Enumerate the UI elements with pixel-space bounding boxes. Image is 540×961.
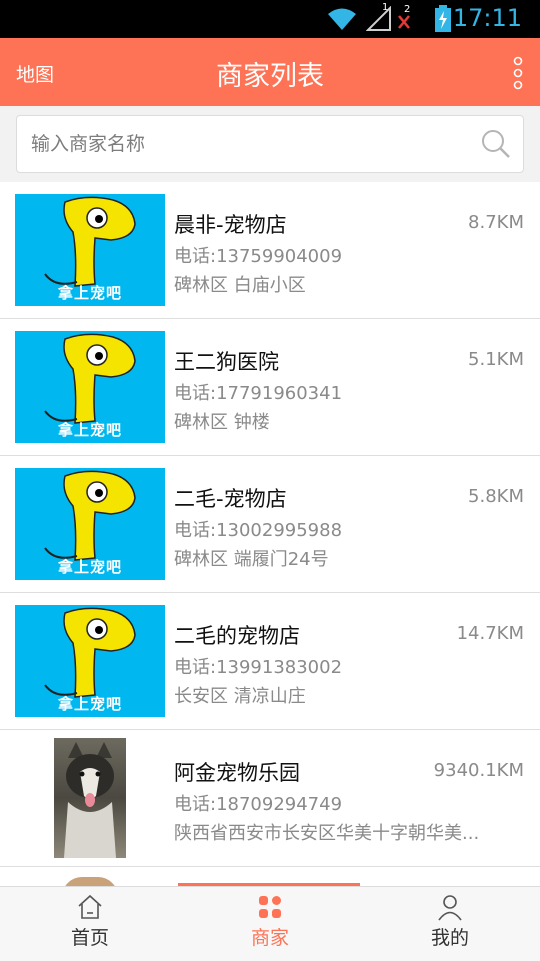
merchant-phone: 电话:13002995988: [174, 520, 343, 541]
merchant-phone: 电话:17791960341: [174, 383, 343, 404]
tab-merchants[interactable]: 商家: [180, 887, 360, 961]
user-icon: [438, 895, 462, 921]
brand-label: 拿上宠吧: [57, 421, 122, 439]
merchant-phone: 电话:18709294749: [174, 794, 343, 815]
merchant-row[interactable]: 拿上宠吧 晨非-宠物店 8.7KM 电话:13759904009 碑林区 白庙小…: [0, 182, 540, 319]
merchant-row[interactable]: 拿上宠吧 二毛-宠物店 5.8KM 电话:13002995988 碑林区 端履门…: [0, 456, 540, 593]
merchant-row-partial[interactable]: [0, 867, 540, 886]
merchant-address: 碑林区 端履门24号: [174, 549, 329, 570]
merchant-distance: 9340.1KM: [433, 760, 524, 781]
home-icon: [78, 894, 102, 919]
tab-profile-label: 我的: [430, 927, 469, 949]
tab-merchants-label: 商家: [250, 927, 289, 949]
merchant-name: 二毛-宠物店: [174, 487, 287, 511]
husky-dog-icon: [64, 742, 116, 858]
merchant-distance: 8.7KM: [468, 212, 524, 233]
brand-label: 拿上宠吧: [57, 695, 122, 713]
merchant-row[interactable]: 拿上宠吧 王二狗医院 5.1KM 电话:17791960341 碑林区 钟楼: [0, 319, 540, 456]
merchant-phone: 电话:13759904009: [174, 246, 343, 267]
merchant-address: 陕西省西安市长安区华美十字朝华美...: [174, 823, 480, 844]
brand-label: 拿上宠吧: [57, 284, 122, 302]
tab-profile[interactable]: 我的: [360, 887, 540, 961]
merchant-row[interactable]: 阿金宠物乐园 9340.1KM 电话:18709294749 陕西省西安市长安区…: [0, 730, 540, 867]
merchant-name: 王二狗医院: [174, 350, 279, 374]
search-input[interactable]: [29, 124, 473, 164]
merchant-logo: 拿上宠吧: [15, 331, 165, 443]
page-title: 商家列表: [216, 61, 324, 92]
bottom-tab-bar: 首页 商家 我的: [0, 886, 540, 961]
merchant-address: 碑林区 白庙小区: [174, 275, 306, 296]
merchant-name: 阿金宠物乐园: [174, 761, 300, 785]
status-bar: 1 2 17:11: [0, 0, 540, 38]
merchant-address: 碑林区 钟楼: [174, 412, 270, 433]
merchant-logo: 拿上宠吧: [15, 605, 165, 717]
tab-home[interactable]: 首页: [0, 887, 180, 961]
search-box: [16, 115, 524, 173]
sim1-label: 1: [382, 2, 389, 13]
brand-label: 拿上宠吧: [57, 558, 122, 576]
wifi-icon: [328, 8, 356, 30]
app-header: 地图 商家列表: [0, 38, 540, 106]
grid-icon: [259, 896, 281, 918]
merchant-row[interactable]: 拿上宠吧 二毛的宠物店 14.7KM 电话:13991383002 长安区 清凉…: [0, 593, 540, 730]
more-options-icon[interactable]: [512, 56, 524, 90]
merchant-distance: 14.7KM: [456, 623, 524, 644]
clock: 17:11: [452, 4, 522, 32]
merchant-list: 拿上宠吧 晨非-宠物店 8.7KM 电话:13759904009 碑林区 白庙小…: [0, 182, 540, 886]
merchant-address: 长安区 清凉山庄: [174, 686, 306, 707]
signal-sim2-icon: [398, 15, 410, 29]
merchant-distance: 5.8KM: [468, 486, 524, 507]
tab-home-label: 首页: [70, 927, 109, 949]
battery-charging-icon: [435, 5, 451, 32]
merchant-name: 晨非-宠物店: [174, 213, 287, 237]
dog-photo: [54, 738, 126, 858]
sim2-label: 2: [404, 4, 411, 15]
partial-thumb: [62, 877, 118, 886]
search-area: [0, 106, 540, 182]
merchant-name: 二毛的宠物店: [174, 624, 300, 648]
merchant-phone: 电话:13991383002: [174, 657, 343, 678]
merchant-logo: 拿上宠吧: [15, 194, 165, 306]
merchant-logo: 拿上宠吧: [15, 468, 165, 580]
search-icon[interactable]: [481, 129, 511, 159]
merchant-distance: 5.1KM: [468, 349, 524, 370]
